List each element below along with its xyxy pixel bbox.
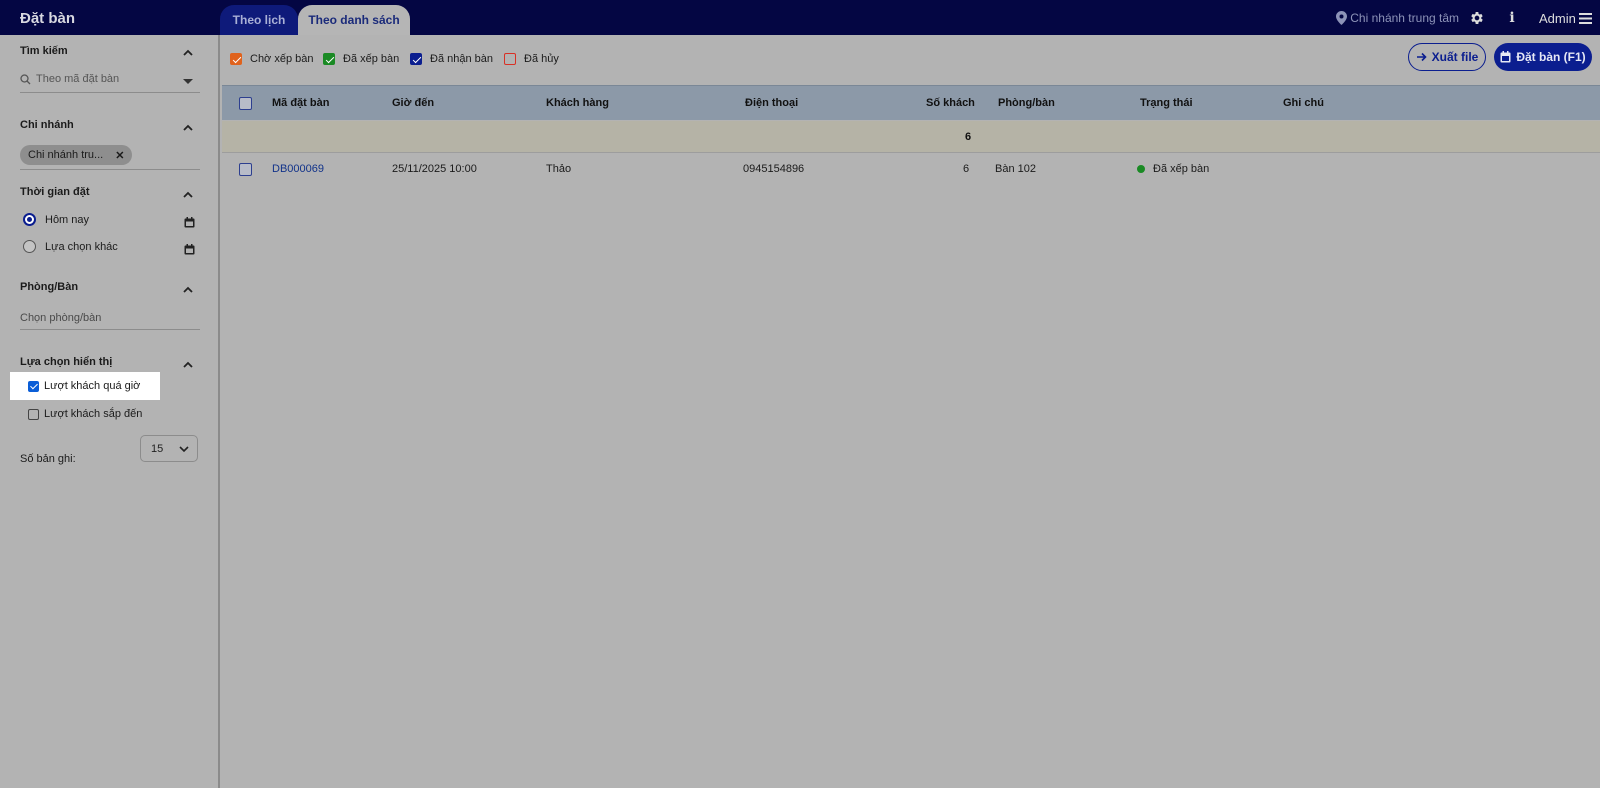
column-header[interactable]: Giờ đến xyxy=(392,97,434,109)
status-dot-icon xyxy=(1137,165,1145,174)
export-label: Xuất file xyxy=(1431,50,1479,64)
calendar-icon xyxy=(1500,51,1511,63)
search-underline xyxy=(20,92,200,93)
checkbox[interactable] xyxy=(28,380,39,392)
filter-cancelled[interactable]: Đã hủy xyxy=(504,53,559,65)
table-row[interactable]: DB000069 25/11/2025 10:00 Thảo 094515489… xyxy=(222,153,1600,185)
tab-list[interactable]: Theo danh sách xyxy=(298,5,410,35)
chevron-up-icon[interactable] xyxy=(182,47,194,59)
filter-label: Đã hủy xyxy=(524,53,559,65)
top-bar: Đặt bàn Theo lịch Theo danh sách Chi nhá… xyxy=(0,0,1600,35)
branch-name: Chi nhánh trung tâm xyxy=(1350,11,1459,25)
customer-name: Thảo xyxy=(546,163,572,175)
checkbox[interactable] xyxy=(504,53,516,65)
filter-label: Chờ xếp bàn xyxy=(250,53,314,65)
book-label: Đặt bàn (F1) xyxy=(1516,50,1586,64)
records-select[interactable]: 15 xyxy=(140,435,198,462)
branch-chip-label: Chi nhánh tru... xyxy=(28,149,104,161)
branch-underline xyxy=(20,169,200,170)
records-label: Số bản ghi: xyxy=(20,453,76,465)
status-label: Đã xếp bàn xyxy=(1153,163,1210,175)
filter-label: Đã nhận bàn xyxy=(430,53,493,65)
filter-received[interactable]: Đã nhận bàn xyxy=(410,53,493,65)
display-option-label: Lượt khách quá giờ xyxy=(44,380,141,392)
search-icon xyxy=(20,73,31,84)
column-header[interactable]: Phòng/bàn xyxy=(998,97,1055,109)
branch-selector[interactable]: Chi nhánh trung tâm xyxy=(1336,11,1459,25)
checkbox[interactable] xyxy=(323,53,335,65)
booking-code-link[interactable]: DB000069 xyxy=(272,163,324,175)
records-value: 15 xyxy=(151,442,164,455)
row-checkbox[interactable] xyxy=(239,163,252,176)
branch-chip: Chi nhánh tru... ✕ xyxy=(20,145,133,165)
guest-count: 6 xyxy=(963,163,970,175)
table-header: Mã đặt bàn Giờ đến Khách hàng Điện thoại… xyxy=(222,85,1600,120)
sidebar: Tìm kiếm Chi nhánh Chi nhánh tru... ✕ Th… xyxy=(0,35,220,788)
status-cell: Đã xếp bàn xyxy=(1137,163,1209,175)
room-section-title: Phòng/Bàn xyxy=(20,281,79,293)
search-dropdown-caret-icon[interactable] xyxy=(183,79,193,84)
room-underline xyxy=(20,329,200,330)
column-header[interactable]: Mã đặt bàn xyxy=(272,97,329,109)
calendar-icon[interactable] xyxy=(184,217,195,228)
room-select[interactable]: Chọn phòng/bàn xyxy=(20,312,101,324)
export-button[interactable]: Xuất file xyxy=(1408,43,1486,71)
checkbox[interactable] xyxy=(230,53,242,65)
location-pin-icon xyxy=(1336,11,1348,25)
summary-row: 6 xyxy=(222,121,1600,153)
arrival-time: 25/11/2025 10:00 xyxy=(392,163,477,175)
display-option-upcoming[interactable]: Lượt khách sắp đến xyxy=(28,408,142,420)
time-option-custom[interactable]: Lựa chọn khác xyxy=(23,240,118,253)
chevron-up-icon[interactable] xyxy=(182,122,194,134)
app-title: Đặt bàn xyxy=(20,10,76,27)
info-button[interactable]: i xyxy=(1502,8,1522,28)
time-option-today[interactable]: Hôm nay xyxy=(23,213,89,226)
select-all-checkbox[interactable] xyxy=(239,97,252,110)
time-section-title: Thời gian đặt xyxy=(20,186,90,198)
filter-label: Đã xếp bàn xyxy=(343,53,400,65)
chevron-down-icon xyxy=(179,445,189,452)
display-option-overdue[interactable]: Lượt khách quá giờ xyxy=(28,380,140,392)
user-name: Admin xyxy=(1539,11,1576,26)
search-input[interactable] xyxy=(36,73,176,85)
branch-section-title: Chi nhánh xyxy=(20,119,74,131)
chevron-up-icon[interactable] xyxy=(182,284,194,296)
column-header[interactable]: Ghi chú xyxy=(1283,97,1324,109)
filter-assigned[interactable]: Đã xếp bàn xyxy=(323,53,399,65)
radio-button[interactable] xyxy=(23,213,36,226)
search-section-title: Tìm kiếm xyxy=(20,45,68,57)
user-menu[interactable]: Admin xyxy=(1539,11,1592,26)
checkbox[interactable] xyxy=(28,408,39,420)
radio-button[interactable] xyxy=(23,240,36,253)
close-icon[interactable]: ✕ xyxy=(115,149,124,162)
phone-number: 0945154896 xyxy=(743,163,805,175)
table-name: Bàn 102 xyxy=(995,163,1036,175)
calendar-icon[interactable] xyxy=(184,244,195,255)
display-section-title: Lựa chọn hiển thị xyxy=(20,356,113,368)
column-header[interactable]: Điện thoại xyxy=(745,97,798,109)
guests-total: 6 xyxy=(965,131,972,143)
chevron-up-icon[interactable] xyxy=(182,189,194,201)
column-header[interactable]: Số khách xyxy=(926,97,975,109)
filter-waiting[interactable]: Chờ xếp bàn xyxy=(230,53,313,65)
chevron-up-icon[interactable] xyxy=(182,359,194,371)
checkbox[interactable] xyxy=(410,53,422,65)
time-option-label: Hôm nay xyxy=(45,213,90,226)
display-option-label: Lượt khách sắp đến xyxy=(44,408,143,420)
arrow-right-icon xyxy=(1416,52,1427,62)
info-icon: i xyxy=(1509,10,1515,26)
settings-button[interactable] xyxy=(1467,8,1487,28)
search-field[interactable] xyxy=(20,71,185,87)
menu-icon xyxy=(1578,13,1592,24)
book-table-button[interactable]: Đặt bàn (F1) xyxy=(1494,43,1592,71)
column-header[interactable]: Trạng thái xyxy=(1140,97,1193,109)
column-header[interactable]: Khách hàng xyxy=(546,97,609,109)
time-option-label: Lựa chọn khác xyxy=(45,240,118,253)
tab-calendar[interactable]: Theo lịch xyxy=(220,5,298,35)
gear-icon xyxy=(1471,12,1483,24)
